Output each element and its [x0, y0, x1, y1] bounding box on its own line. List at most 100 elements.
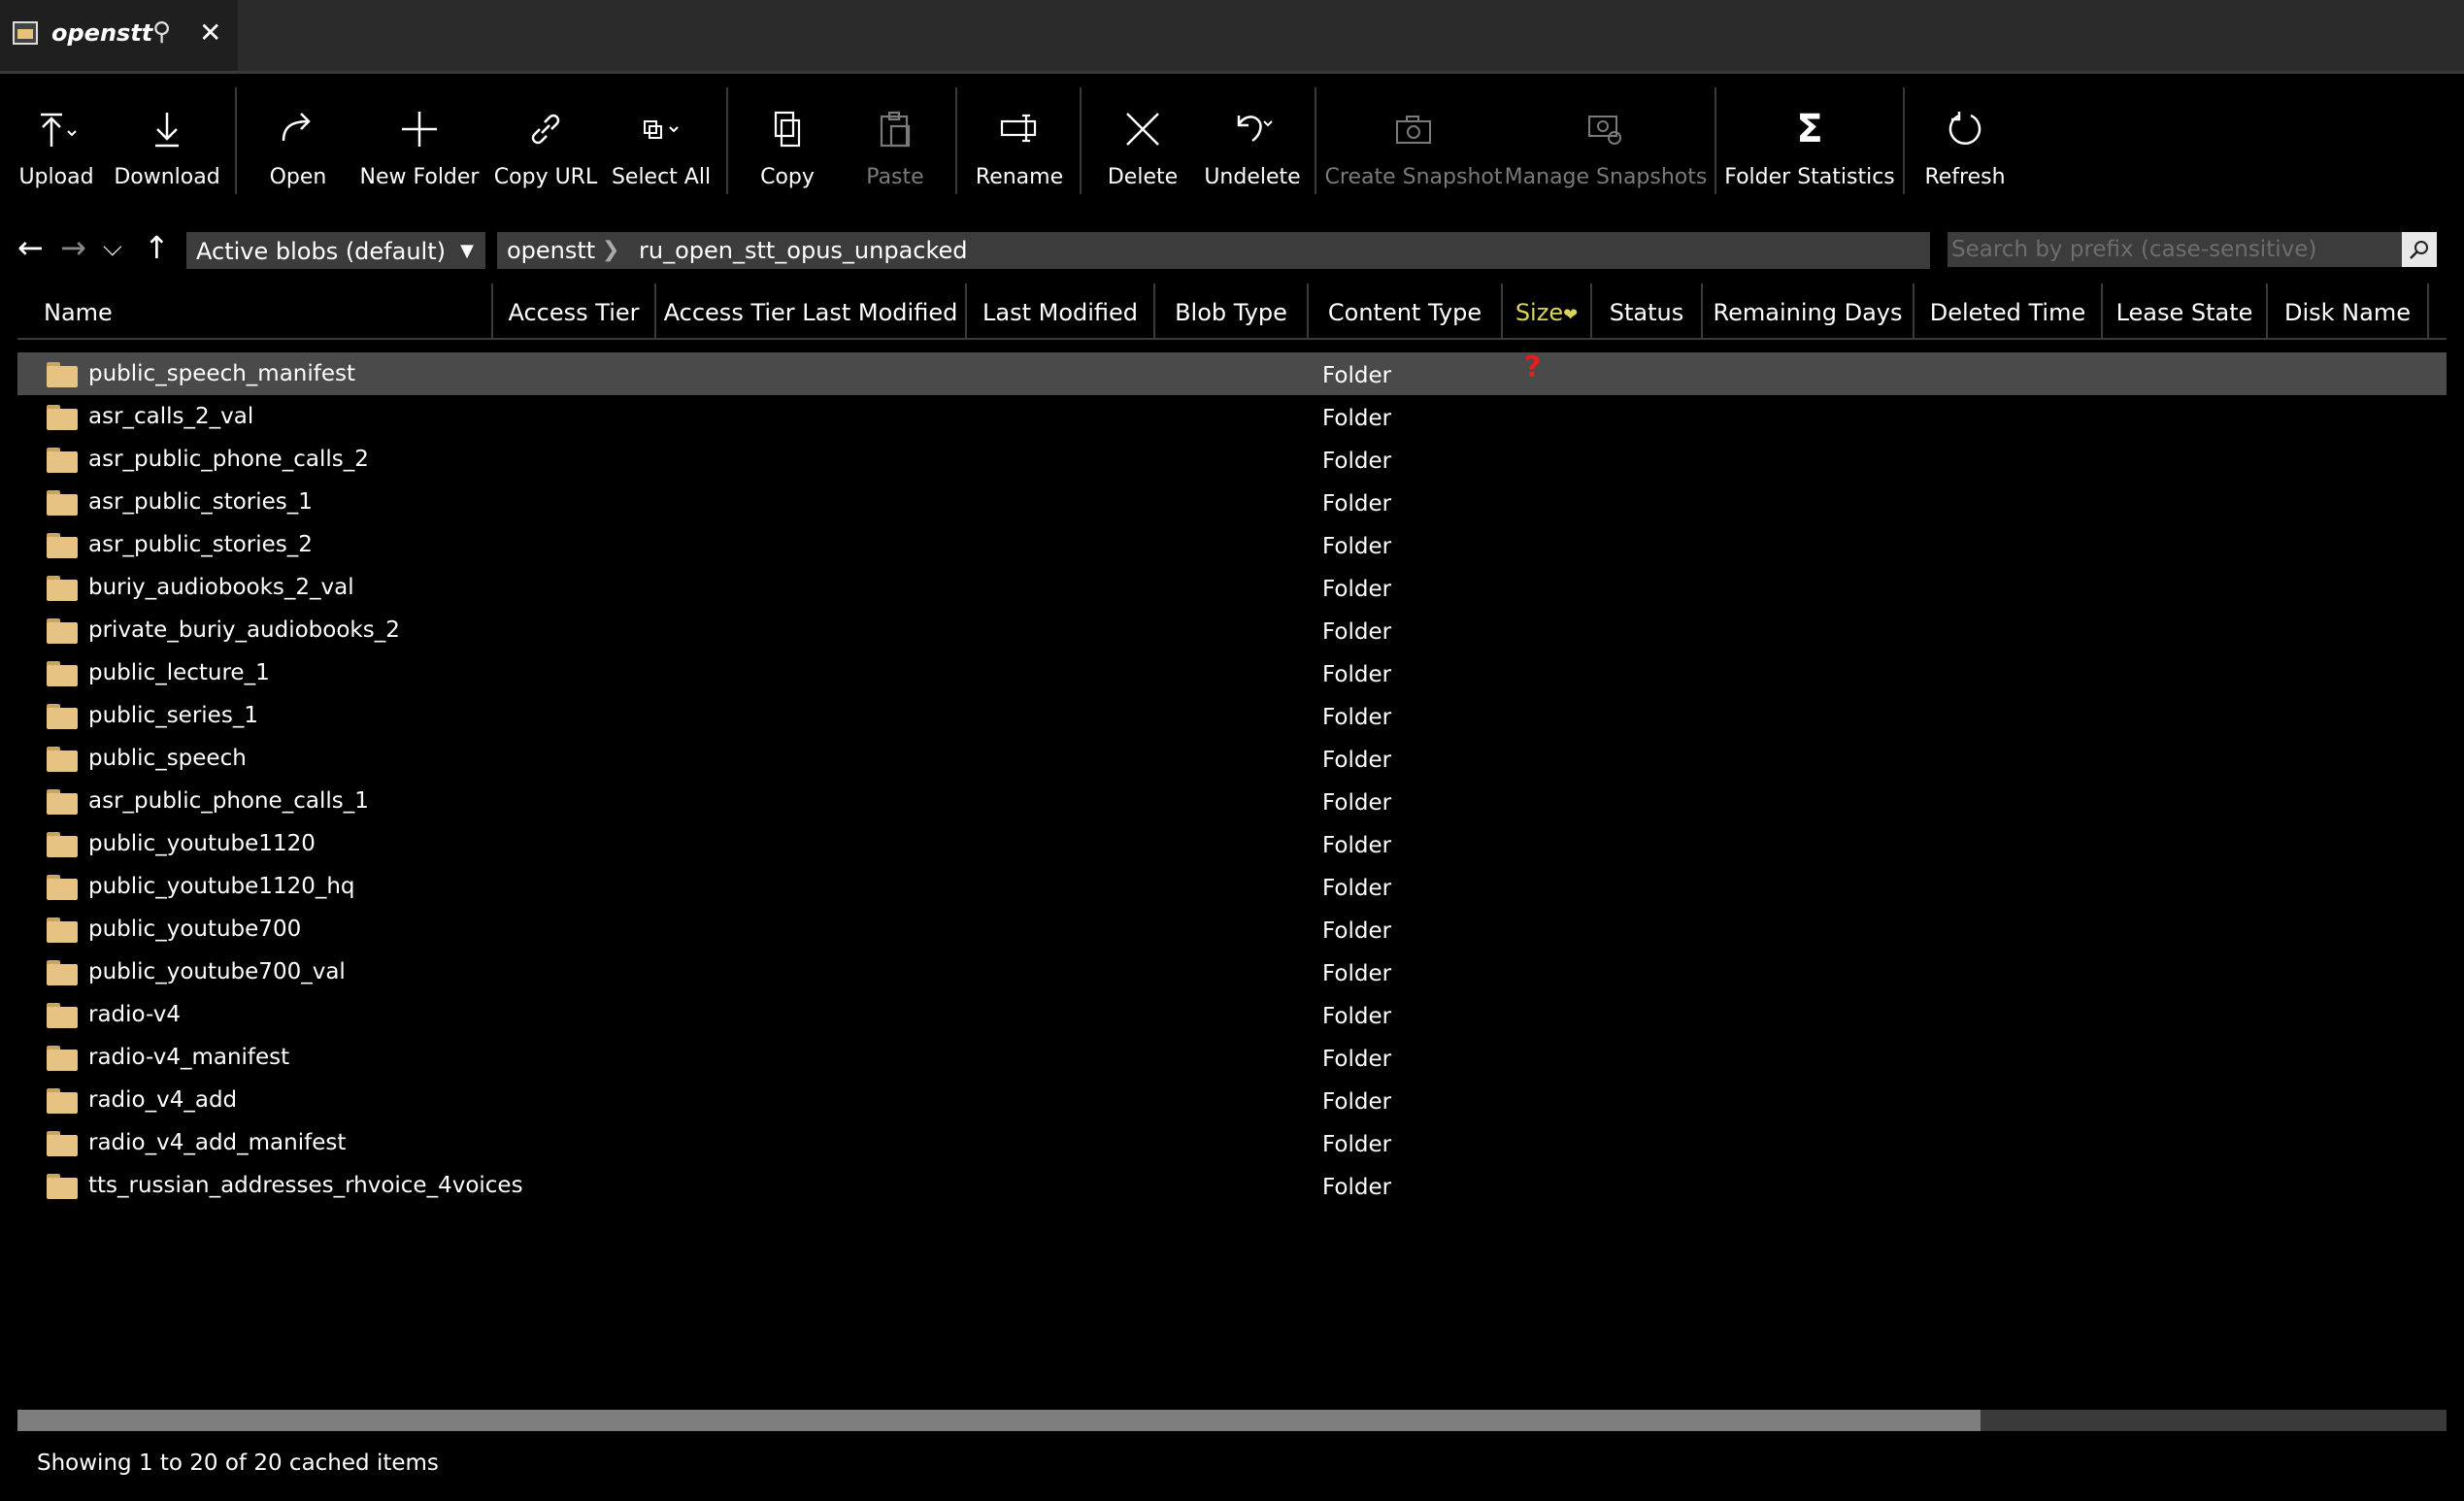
folder-icon [47, 618, 78, 644]
column-content-type[interactable]: Content Type [1309, 284, 1503, 338]
row-status: ? [1524, 350, 1542, 384]
table-row[interactable]: public_speech_manifest Folder ? [17, 350, 2447, 395]
undelete-button[interactable]: Undelete [1204, 74, 1301, 206]
column-status[interactable]: Status [1592, 284, 1703, 338]
sort-descending-icon: ❤ [1563, 305, 1579, 325]
table-row[interactable]: asr_calls_2_val Folder [17, 395, 2447, 438]
table-row[interactable]: tts_russian_addresses_rhvoice_4voices Fol… [17, 1164, 2447, 1207]
row-name: buriy_audiobooks_2_val [88, 575, 354, 600]
open-button[interactable]: Open [264, 74, 332, 206]
table-row[interactable]: public_lecture_1 Folder [17, 651, 2447, 694]
sigma-icon: Σ [1796, 107, 1823, 151]
column-size[interactable]: Size❤ [1503, 284, 1592, 338]
new-folder-button[interactable]: New Folder [360, 74, 479, 206]
copy-url-button[interactable]: Copy URL [494, 74, 597, 206]
tab-bar: openstt ⚲ ✕ [0, 0, 2464, 74]
breadcrumb-folder[interactable]: ru_open_stt_opus_unpacked [639, 232, 968, 269]
row-name: tts_russian_addresses_rhvoice_4voices [88, 1173, 523, 1198]
row-content-type: Folder [1322, 406, 1392, 431]
row-name: public_speech_manifest [88, 361, 356, 386]
delete-button[interactable]: Delete [1108, 74, 1178, 206]
column-access-tier-last-modified[interactable]: Access Tier Last Modified [656, 284, 967, 338]
search-button[interactable] [2402, 232, 2437, 267]
search-input[interactable]: Search by prefix (case-sensitive) [1948, 232, 2402, 267]
column-access-tier[interactable]: Access Tier [493, 284, 656, 338]
column-lease-state[interactable]: Lease State [2103, 284, 2268, 338]
column-last-modified[interactable]: Last Modified [967, 284, 1155, 338]
table-row[interactable]: public_speech Folder [17, 737, 2447, 780]
table-row[interactable]: public_youtube700 Folder [17, 908, 2447, 951]
row-name: radio-v4_manifest [88, 1045, 290, 1070]
table-row[interactable]: asr_public_phone_calls_1 Folder [17, 780, 2447, 822]
toolbar-separator [1315, 87, 1316, 194]
row-content-type: Folder [1322, 961, 1392, 986]
row-name: public_speech [88, 746, 247, 771]
table-row[interactable]: radio_v4_add Folder [17, 1079, 2447, 1121]
column-remaining-days[interactable]: Remaining Days [1703, 284, 1915, 338]
table-row[interactable]: asr_public_stories_1 Folder [17, 481, 2447, 523]
manage-snapshots-button[interactable]: Manage Snapshots [1505, 74, 1707, 206]
forward-arrow-icon[interactable]: → [60, 229, 86, 266]
table-row[interactable]: public_youtube1120_hq Folder [17, 865, 2447, 908]
column-header: Name Access Tier Access Tier Last Modifi… [17, 284, 2447, 340]
table-row[interactable]: radio-v4_manifest Folder [17, 1036, 2447, 1079]
close-tab-icon[interactable]: ✕ [199, 17, 221, 49]
table-row[interactable]: public_series_1 Folder [17, 694, 2447, 737]
download-button[interactable]: Download [114, 74, 220, 206]
breadcrumb-container[interactable]: openstt [507, 232, 595, 269]
up-arrow-icon[interactable]: ↑ [144, 229, 170, 266]
toolbar-separator [1080, 87, 1082, 194]
folder-icon [47, 490, 78, 516]
history-chevron-icon[interactable]: ⌵ [103, 233, 122, 263]
table-row[interactable]: public_youtube700_val Folder [17, 951, 2447, 993]
table-row[interactable]: public_youtube1120 Folder [17, 822, 2447, 865]
row-content-type: Folder [1322, 790, 1392, 816]
row-name: public_youtube700 [88, 917, 302, 942]
column-deleted-time[interactable]: Deleted Time [1915, 284, 2103, 338]
pin-icon[interactable]: ⚲ [152, 17, 171, 47]
row-content-type: Folder [1322, 534, 1392, 559]
upload-icon [41, 113, 77, 147]
column-blob-type[interactable]: Blob Type [1155, 284, 1309, 338]
plus-icon [402, 112, 437, 147]
upload-button[interactable]: Upload [17, 74, 95, 206]
folder-icon [47, 960, 78, 985]
paste-icon [880, 111, 911, 148]
row-content-type: Folder [1322, 1089, 1392, 1115]
table-row[interactable]: radio_v4_add_manifest Folder [17, 1121, 2447, 1164]
refresh-button[interactable]: Refresh [1924, 74, 2006, 206]
breadcrumb-separator-icon: ❯ [602, 238, 620, 262]
toolbar-separator [1715, 87, 1716, 194]
table-row[interactable]: asr_public_stories_2 Folder [17, 523, 2447, 566]
tab-openstt[interactable]: openstt ⚲ ✕ [0, 0, 238, 71]
row-content-type: Folder [1322, 449, 1392, 474]
create-snapshot-button[interactable]: Create Snapshot [1325, 74, 1502, 206]
breadcrumb[interactable]: openstt ❯ ru_open_stt_opus_unpacked [497, 232, 1930, 269]
copy-button[interactable]: Copy [755, 74, 819, 206]
back-arrow-icon[interactable]: ← [17, 229, 44, 266]
row-name: asr_public_phone_calls_2 [88, 447, 369, 472]
horizontal-scrollbar[interactable] [17, 1410, 2447, 1431]
delete-x-icon [1126, 113, 1159, 146]
toolbar: Upload Download Open New Folder Copy URL… [0, 74, 2464, 206]
select-all-button[interactable]: Select All [612, 74, 711, 206]
paste-button[interactable]: Paste [862, 74, 928, 206]
folder-icon [47, 1046, 78, 1071]
row-name: public_youtube1120 [88, 831, 316, 856]
table-row[interactable]: buriy_audiobooks_2_val Folder [17, 566, 2447, 609]
download-icon [155, 113, 179, 148]
table-row[interactable]: radio-v4 Folder [17, 993, 2447, 1036]
column-disk-name[interactable]: Disk Name [2268, 284, 2429, 338]
row-content-type: Folder [1322, 833, 1392, 858]
copy-icon [774, 111, 801, 148]
column-name[interactable]: Name [17, 284, 493, 338]
table-row[interactable]: private_buriy_audiobooks_2 Folder [17, 609, 2447, 651]
status-text: Showing 1 to 20 of 20 cached items [37, 1451, 439, 1476]
folder-statistics-button[interactable]: Σ Folder Statistics [1724, 74, 1895, 206]
table-row[interactable]: asr_public_phone_calls_2 Folder [17, 438, 2447, 481]
row-name: public_youtube700_val [88, 959, 346, 984]
blob-view-select[interactable]: Active blobs (default) ▼ [186, 232, 485, 269]
scrollbar-thumb[interactable] [17, 1410, 1981, 1431]
rename-button[interactable]: Rename [976, 74, 1063, 206]
toolbar-separator [235, 87, 237, 194]
